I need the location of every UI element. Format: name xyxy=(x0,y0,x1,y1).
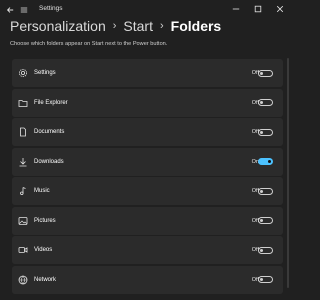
close-icon[interactable] xyxy=(269,0,291,18)
breadcrumb: Personalization › Start › Folders xyxy=(10,15,221,37)
folder-label: Documents xyxy=(34,129,65,135)
breadcrumb-start[interactable]: Start xyxy=(123,18,153,34)
folder-label: File Explorer xyxy=(34,99,68,106)
folder-label: Downloads xyxy=(34,158,64,165)
window-title: Settings xyxy=(39,5,63,12)
folder-row-network[interactable]: Network Off xyxy=(12,265,283,294)
folder-row-documents[interactable]: Documents Off xyxy=(12,118,283,146)
downloads-toggle[interactable] xyxy=(258,158,273,165)
download-icon xyxy=(17,156,29,168)
folder-row-music[interactable]: Music Off xyxy=(12,177,283,205)
breadcrumb-separator: › xyxy=(159,20,164,32)
folder-row-file-explorer[interactable]: File Explorer Off xyxy=(12,88,283,117)
videos-toggle[interactable] xyxy=(258,246,273,254)
maximize-icon[interactable] xyxy=(247,0,269,18)
minimize-icon[interactable] xyxy=(225,0,247,18)
settings-toggle[interactable] xyxy=(258,69,273,77)
toggle-knob xyxy=(268,160,271,163)
folder-row-settings[interactable]: Settings Off xyxy=(12,59,283,87)
breadcrumb-personalization[interactable]: Personalization xyxy=(10,18,106,34)
toggle-knob xyxy=(260,248,263,252)
picture-icon xyxy=(17,215,29,227)
folder-row-downloads[interactable]: Downloads On xyxy=(12,147,283,176)
toggle-knob xyxy=(260,278,263,281)
pictures-toggle[interactable] xyxy=(258,217,273,224)
toggle-knob xyxy=(260,101,263,104)
music-toggle[interactable] xyxy=(258,187,273,195)
folder-label: Music xyxy=(34,188,50,194)
folder-label: Settings xyxy=(34,70,56,76)
folders-list: Settings Off File Explorer Off Documents… xyxy=(12,59,283,295)
breadcrumb-separator: › xyxy=(112,20,117,32)
toggle-knob xyxy=(260,130,263,134)
video-icon xyxy=(17,244,29,256)
toggle-knob xyxy=(260,189,263,193)
gear-icon xyxy=(17,67,29,79)
network-icon xyxy=(17,274,29,286)
toggle-knob xyxy=(260,219,263,222)
page-description: Choose which folders appear on Start nex… xyxy=(10,41,168,47)
folder-label: Videos xyxy=(34,247,53,253)
folder-row-videos[interactable]: Videos Off xyxy=(12,236,283,264)
toggle-knob xyxy=(260,71,263,75)
music-icon xyxy=(17,185,29,197)
folder-label: Pictures xyxy=(34,217,56,224)
file-explorer-icon xyxy=(17,97,29,109)
document-icon xyxy=(17,126,29,138)
folder-row-pictures[interactable]: Pictures Off xyxy=(12,206,283,235)
file-explorer-toggle[interactable] xyxy=(258,99,273,106)
folder-label: Network xyxy=(34,276,57,283)
scrollbar[interactable] xyxy=(287,58,289,288)
network-toggle[interactable] xyxy=(258,276,273,283)
documents-toggle[interactable] xyxy=(258,128,273,136)
page-title: Folders xyxy=(170,18,222,34)
